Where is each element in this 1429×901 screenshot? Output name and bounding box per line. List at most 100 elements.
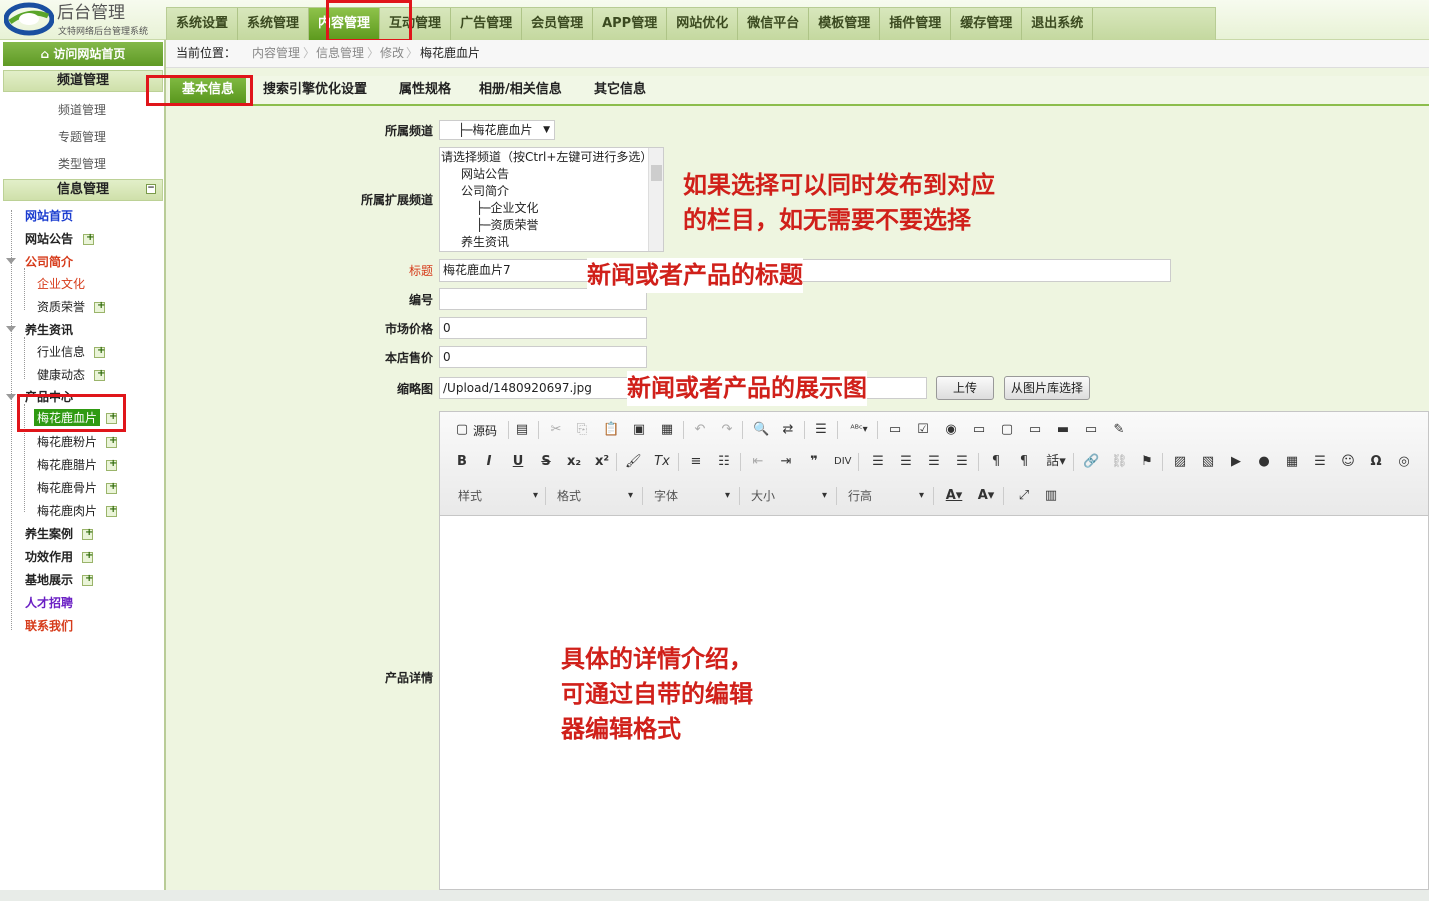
undo-icon[interactable]: ↶	[692, 422, 708, 438]
image-button-icon[interactable]: ▭	[1083, 422, 1099, 438]
channel-select[interactable]: ├─梅花鹿血片 ▼	[439, 120, 555, 140]
tree-item-powder-slice[interactable]: 梅花鹿粉片	[37, 433, 97, 450]
smiley-icon[interactable]: ☺	[1340, 454, 1356, 470]
multi-image-icon[interactable]: ▧	[1200, 454, 1216, 470]
align-justify-icon[interactable]: ☰	[954, 454, 970, 470]
sidebar-item-channel[interactable]: 频道管理	[0, 101, 164, 118]
tree-item-announce[interactable]: 网站公告	[25, 230, 73, 247]
tree-item-culture[interactable]: 企业文化	[37, 275, 85, 292]
tree-item-effects[interactable]: 功效作用	[25, 548, 73, 565]
video-icon[interactable]: ▶	[1228, 454, 1244, 470]
text-color-icon[interactable]: A▾	[943, 488, 965, 504]
table-icon[interactable]: ▦	[1284, 454, 1300, 470]
nav-members[interactable]: 会员管理	[522, 8, 594, 40]
tab-attributes[interactable]: 属性规格	[399, 76, 451, 104]
anchor-flag-icon[interactable]: ⚑	[1139, 454, 1155, 470]
add-icon[interactable]	[106, 481, 117, 494]
new-page-icon[interactable]: ▤	[514, 422, 530, 438]
tree-item-honor[interactable]: 资质荣誉	[37, 298, 85, 315]
ext-channel-option[interactable]: 网站公告	[441, 166, 663, 183]
bold-icon[interactable]: B	[454, 454, 470, 470]
add-icon[interactable]	[94, 368, 105, 381]
title-input[interactable]: 梅花鹿血片7	[439, 259, 1171, 282]
superscript-icon[interactable]: x²	[594, 454, 610, 470]
button-field-icon[interactable]: ▬	[1055, 422, 1071, 438]
remove-format-icon[interactable]: Tx	[654, 454, 670, 470]
tree-item-cases[interactable]: 养生案例	[25, 525, 73, 542]
listbox-scrollbar[interactable]	[648, 148, 663, 251]
breadcrumb-item[interactable]: 信息管理	[316, 40, 364, 67]
add-icon[interactable]	[82, 527, 93, 540]
ltr-icon[interactable]: ¶	[988, 454, 1004, 470]
tree-item-home[interactable]: 网站首页	[25, 207, 73, 224]
tree-item-jobs[interactable]: 人才招聘	[25, 594, 73, 611]
italic-icon[interactable]: I	[481, 454, 497, 470]
maximize-icon[interactable]: ⤢	[1016, 488, 1032, 504]
align-left-icon[interactable]: ☰	[870, 454, 886, 470]
nav-system-settings[interactable]: 系统设置	[167, 8, 239, 40]
tree-item-contact[interactable]: 联系我们	[25, 617, 73, 634]
rtl-icon[interactable]: ¶	[1016, 454, 1032, 470]
cut-icon[interactable]: ✂	[548, 422, 564, 438]
add-icon[interactable]	[94, 345, 105, 358]
image-icon[interactable]: ▨	[1172, 454, 1188, 470]
market-price-input[interactable]: 0	[439, 317, 647, 339]
nav-templates[interactable]: 模板管理	[809, 8, 881, 40]
search-icon[interactable]: 🔍	[753, 422, 769, 438]
redo-icon[interactable]: ↷	[719, 422, 735, 438]
add-icon[interactable]	[82, 573, 93, 586]
nav-seo[interactable]: 网站优化	[667, 8, 739, 40]
radio-icon[interactable]: ◉	[943, 422, 959, 438]
select-all-icon[interactable]: ☰	[813, 422, 829, 438]
add-icon[interactable]	[82, 550, 93, 563]
ext-channel-option[interactable]: 公司简介	[441, 183, 663, 200]
sidebar-item-topic[interactable]: 专题管理	[0, 128, 164, 145]
ext-channel-option[interactable]: 养生资讯	[441, 234, 663, 251]
add-icon[interactable]	[106, 435, 117, 448]
nav-app[interactable]: APP管理	[593, 8, 668, 40]
format-combo[interactable]: 格式	[557, 486, 633, 506]
tree-item-health-dynamic[interactable]: 健康动态	[37, 366, 85, 383]
info-section-header[interactable]: 信息管理 −	[3, 179, 163, 201]
add-icon[interactable]	[106, 504, 117, 517]
textarea-icon[interactable]: ▢	[999, 422, 1015, 438]
paste-icon[interactable]: 📋	[603, 422, 619, 438]
unlink-icon[interactable]: ⛓	[1111, 454, 1128, 470]
add-icon[interactable]	[94, 300, 105, 313]
tree-item-meat-slice[interactable]: 梅花鹿肉片	[37, 502, 97, 519]
add-icon[interactable]	[106, 458, 117, 471]
hidden-field-icon[interactable]: ✎	[1111, 422, 1127, 438]
special-char-icon[interactable]: Ω	[1368, 454, 1384, 470]
expand-arrow-icon[interactable]	[6, 394, 16, 400]
collapse-icon[interactable]: −	[146, 184, 156, 194]
source-icon[interactable]: ▢	[454, 422, 470, 438]
flash-icon[interactable]: ●	[1256, 454, 1272, 470]
tree-item-wax-slice[interactable]: 梅花鹿腊片	[37, 456, 97, 473]
tree-item-industry[interactable]: 行业信息	[37, 343, 85, 360]
tree-item-about[interactable]: 公司简介	[25, 253, 73, 270]
copy-icon[interactable]: ⎘	[574, 422, 590, 438]
show-blocks-icon[interactable]: ▥	[1043, 488, 1059, 504]
paste-text-icon[interactable]: ▣	[631, 422, 647, 438]
tree-item-health-news[interactable]: 养生资讯	[25, 321, 73, 338]
iframe-globe-icon[interactable]: ◎	[1396, 454, 1412, 470]
tab-album[interactable]: 相册/相关信息	[479, 76, 562, 104]
ext-channel-option[interactable]: ├─资质荣誉	[441, 217, 663, 234]
checkbox-icon[interactable]: ☑	[915, 422, 931, 438]
nav-plugins[interactable]: 插件管理	[880, 8, 952, 40]
visit-home-button[interactable]: ⌂ 访问网站首页	[3, 42, 163, 66]
ext-channel-listbox[interactable]: 请选择频道（按Ctrl+左键可进行多选） 网站公告 公司简介 ├─企业文化 ├─…	[439, 147, 664, 252]
ext-channel-option[interactable]: 请选择频道（按Ctrl+左键可进行多选）	[441, 149, 663, 166]
replace-icon[interactable]: ⇄	[780, 422, 796, 438]
tree-item-base[interactable]: 基地展示	[25, 571, 73, 588]
expand-arrow-icon[interactable]	[6, 258, 16, 264]
scrollbar-thumb[interactable]	[651, 165, 662, 181]
form-icon[interactable]: ▭	[887, 422, 903, 438]
channel-section-header[interactable]: 频道管理	[3, 70, 163, 92]
style-combo[interactable]: 样式	[458, 486, 538, 506]
shop-price-input[interactable]: 0	[439, 346, 647, 368]
nav-logout[interactable]: 退出系统	[1022, 8, 1094, 40]
source-button-label[interactable]: 源码	[473, 422, 497, 439]
format-painter-icon[interactable]: 🖌	[625, 454, 642, 470]
horizontal-rule-icon[interactable]: ☰	[1312, 454, 1328, 470]
